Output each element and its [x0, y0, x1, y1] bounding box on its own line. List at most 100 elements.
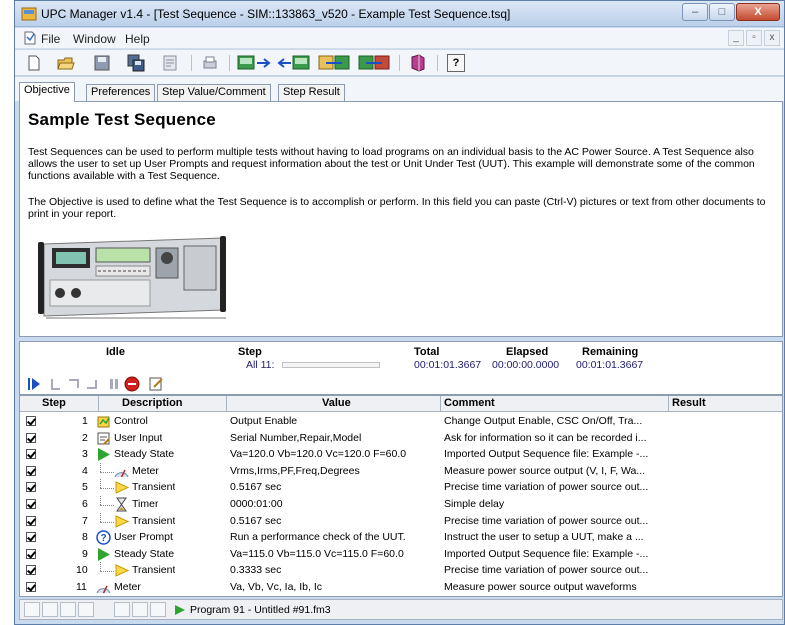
play-icon — [98, 448, 110, 462]
menu-file[interactable]: File — [41, 32, 60, 46]
transient-icon — [115, 481, 129, 495]
remaining-label: Remaining — [582, 346, 639, 358]
step-out-icon[interactable] — [84, 376, 100, 392]
edit-icon[interactable] — [148, 376, 164, 392]
step-enabled-checkbox[interactable] — [26, 582, 36, 592]
save-icon[interactable] — [93, 54, 111, 72]
step-number: 10 — [76, 564, 88, 577]
step-value: 0000:01:00 — [230, 498, 283, 510]
tree-connector — [100, 471, 114, 473]
step-comment: Simple delay — [444, 498, 505, 510]
step-comment: Precise time variation of power source o… — [444, 514, 649, 527]
objective-panel[interactable]: Sample Test Sequence Test Sequences can … — [19, 101, 783, 337]
table-row[interactable]: 1 Control Output Enable Change Output Enabl… — [20, 413, 782, 430]
objective-paragraph: The Objective is used to define what the… — [28, 196, 766, 220]
table-row[interactable]: 3 Steady State Va=120.0 Vb=120.0 Vc=120.0 … — [20, 446, 782, 463]
tab-objective[interactable]: Objective — [19, 82, 75, 102]
table-row[interactable]: 8? User Prompt Run a performance check of … — [20, 529, 782, 546]
step-enabled-checkbox[interactable] — [26, 548, 36, 559]
mdi-minimize-button[interactable]: _ — [728, 30, 744, 46]
run-status-panel: Idle Step All 11: Total 00:01:01.3667 El… — [19, 341, 783, 395]
minimize-button[interactable]: – — [682, 3, 708, 21]
step-enabled-checkbox[interactable] — [26, 482, 36, 493]
step-into-icon[interactable] — [48, 376, 64, 392]
program-status: Program 91 - Untitled #91.fm3 — [190, 604, 331, 616]
properties-icon[interactable] — [161, 54, 179, 72]
tab-step-result[interactable]: Step Result — [278, 84, 345, 101]
column-header-result[interactable]: Result — [672, 397, 706, 409]
step-enabled-checkbox[interactable] — [26, 432, 36, 443]
column-header-description[interactable]: Description — [122, 397, 183, 409]
step-enabled-checkbox[interactable] — [26, 449, 36, 460]
mdi-close-button[interactable]: x — [764, 30, 780, 46]
step-value: Serial Number,Repair,Model — [230, 431, 362, 444]
step-description: Control — [114, 415, 148, 427]
run-icon[interactable] — [26, 376, 42, 392]
open-folder-icon[interactable] — [57, 54, 75, 72]
play-icon — [175, 605, 185, 615]
import-icon[interactable] — [317, 54, 351, 72]
column-header-value[interactable]: Value — [322, 397, 351, 409]
user-input-icon — [97, 432, 110, 445]
toolbar-separator — [437, 55, 438, 71]
step-enabled-checkbox[interactable] — [26, 465, 36, 476]
table-row[interactable]: 4 Meter Vrms,Irms,PF,Freq,Degrees Measure p… — [20, 462, 782, 480]
pause-icon[interactable] — [106, 376, 122, 392]
book-icon[interactable] — [409, 54, 427, 72]
close-button[interactable]: X — [736, 3, 780, 21]
table-row[interactable]: 5 Transient 0.5167 sec Precise time variati… — [20, 479, 782, 496]
help-icon[interactable]: ? — [447, 54, 465, 72]
transfer-icon[interactable] — [277, 54, 311, 72]
tree-connector — [100, 512, 101, 522]
table-row[interactable]: 6 Timer 0000:01:00 Simple delay — [20, 496, 782, 513]
menu-help[interactable]: Help — [125, 32, 150, 46]
objective-title: Sample Test Sequence — [28, 110, 216, 129]
step-comment: Instruct the user to setup a UUT, make a… — [444, 531, 644, 544]
window-controls: – □ X — [681, 3, 780, 23]
status-pane — [114, 602, 130, 617]
step-description: Steady State — [114, 448, 175, 461]
app-window: UPC Manager v1.4 - [Test Sequence - SIM:… — [14, 0, 785, 625]
table-row[interactable]: 10 Transient 0.3333 sec Precise time variat… — [20, 562, 782, 579]
table-row[interactable]: 2 User Input Serial Number,Repair,Model Ask… — [20, 430, 782, 447]
step-enabled-checkbox[interactable] — [26, 416, 36, 426]
step-enabled-checkbox[interactable] — [26, 532, 36, 543]
meter-icon — [114, 469, 129, 478]
step-number: 3 — [82, 448, 88, 461]
send-to-source-icon[interactable] — [237, 54, 271, 72]
column-header-comment[interactable]: Comment — [444, 397, 495, 409]
tree-connector — [100, 488, 114, 490]
objective-paragraph: Test Sequences can be used to perform mu… — [28, 146, 755, 182]
maximize-button[interactable]: □ — [709, 3, 735, 21]
new-file-icon[interactable] — [25, 54, 43, 72]
elapsed-time: 00:00:00.0000 — [492, 359, 560, 371]
table-row[interactable]: 9 Steady State Va=115.0 Vb=115.0 Vc=115.0 … — [20, 546, 782, 563]
stop-icon[interactable] — [124, 376, 140, 392]
svg-text:?: ? — [100, 533, 106, 544]
menu-window[interactable]: Window — [73, 32, 116, 46]
save-all-icon[interactable] — [127, 54, 145, 72]
step-enabled-checkbox[interactable] — [26, 565, 36, 576]
step-comment: Precise time variation of power source o… — [444, 481, 649, 494]
tab-preferences[interactable]: Preferences — [86, 84, 156, 101]
step-enabled-checkbox[interactable] — [26, 499, 36, 509]
document-icon[interactable] — [23, 31, 37, 45]
column-header-step[interactable]: Step — [42, 397, 66, 409]
step-number: 6 — [82, 498, 88, 510]
tree-connector — [100, 462, 101, 472]
table-row[interactable]: 7 Transient 0.5167 sec Precise time variati… — [20, 512, 782, 530]
step-description: Meter — [132, 464, 159, 477]
print-icon[interactable] — [201, 54, 219, 72]
tab-step-value-comment[interactable]: Step Value/Comment — [157, 84, 271, 101]
tree-connector — [100, 521, 114, 523]
elapsed-label: Elapsed — [506, 346, 549, 358]
step-number: 8 — [82, 531, 88, 544]
step-value: Va=115.0 Vb=115.0 Vc=115.0 F=60.0 — [230, 547, 404, 560]
table-row[interactable]: 11 Meter Va, Vb, Vc, Ia, Ib, Ic Measure pow… — [20, 579, 782, 596]
mdi-restore-button[interactable]: ▫ — [746, 30, 762, 46]
control-icon — [97, 416, 110, 428]
step-enabled-checkbox[interactable] — [26, 515, 36, 526]
title-bar[interactable]: UPC Manager v1.4 - [Test Sequence - SIM:… — [15, 1, 784, 27]
export-icon[interactable] — [357, 54, 391, 72]
step-over-icon[interactable] — [66, 376, 82, 392]
